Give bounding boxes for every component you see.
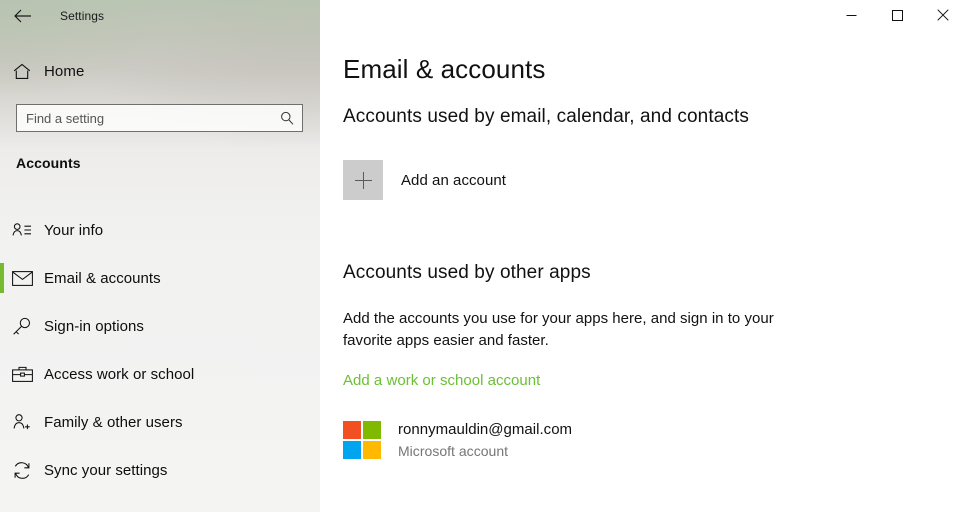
sidebar-item-email-accounts-label: Email & accounts bbox=[44, 269, 161, 287]
microsoft-logo-icon bbox=[343, 421, 381, 459]
briefcase-icon bbox=[0, 366, 44, 383]
add-user-icon bbox=[0, 413, 44, 431]
mail-icon bbox=[0, 270, 44, 286]
sidebar-item-your-info[interactable]: Your info bbox=[0, 206, 320, 254]
main-content: Email & accounts Accounts used by email,… bbox=[320, 0, 966, 512]
sidebar-item-your-info-label: Your info bbox=[44, 221, 104, 239]
back-button[interactable] bbox=[0, 1, 44, 31]
sidebar-item-sync-your-settings[interactable]: Sync your settings bbox=[0, 446, 320, 494]
sidebar-item-sign-in-options-label: Sign-in options bbox=[44, 317, 144, 335]
search-input[interactable] bbox=[26, 105, 278, 131]
minimize-button[interactable] bbox=[828, 0, 874, 30]
plus-icon bbox=[343, 160, 383, 200]
maximize-button[interactable] bbox=[874, 0, 920, 30]
app-title: Settings bbox=[60, 9, 105, 23]
add-work-or-school-account-link[interactable]: Add a work or school account bbox=[343, 372, 540, 389]
search-icon[interactable] bbox=[278, 111, 296, 125]
contact-info-icon bbox=[0, 222, 44, 238]
section-title-email-accounts: Accounts used by email, calendar, and co… bbox=[343, 106, 749, 127]
add-account-button[interactable]: Add an account bbox=[343, 160, 506, 200]
account-list-item[interactable]: ronnymauldin@gmail.com Microsoft account bbox=[343, 420, 572, 461]
account-name: ronnymauldin@gmail.com bbox=[398, 421, 573, 438]
search-box[interactable] bbox=[16, 104, 303, 132]
selection-accent-bar bbox=[0, 263, 4, 293]
settings-window: Settings Home Find a setting Accounts Yo… bbox=[0, 0, 966, 512]
titlebar: Settings bbox=[0, 0, 104, 32]
back-arrow-icon bbox=[13, 9, 31, 23]
sidebar-item-email-accounts[interactable]: Email & accounts bbox=[0, 254, 320, 302]
section-description: Add the accounts you use for your apps h… bbox=[343, 310, 774, 349]
sidebar-group-header: Accounts bbox=[16, 155, 81, 171]
home-icon bbox=[0, 63, 44, 80]
close-button[interactable] bbox=[920, 0, 966, 30]
sidebar-item-family-other-users[interactable]: Family & other users bbox=[0, 398, 320, 446]
sidebar: Settings Home Find a setting Accounts Yo… bbox=[0, 0, 320, 512]
search-container bbox=[16, 104, 303, 132]
section-title-other-apps: Accounts used by other apps bbox=[343, 262, 591, 283]
page-title: Email & accounts bbox=[343, 54, 546, 84]
close-icon bbox=[937, 9, 949, 21]
sidebar-item-home[interactable]: Home bbox=[0, 56, 320, 86]
account-type: Microsoft account bbox=[398, 443, 509, 459]
minimize-icon bbox=[846, 10, 857, 21]
window-controls bbox=[828, 0, 966, 30]
sidebar-item-sign-in-options[interactable]: Sign-in options bbox=[0, 302, 320, 350]
sidebar-item-home-label: Home bbox=[44, 62, 85, 80]
add-account-label: Add an account bbox=[401, 171, 506, 189]
sidebar-item-access-work-or-school-label: Access work or school bbox=[44, 365, 195, 383]
sidebar-nav: Your info Email & accounts Sign-in optio… bbox=[0, 206, 320, 494]
sidebar-item-family-other-users-label: Family & other users bbox=[44, 413, 183, 431]
maximize-icon bbox=[891, 9, 903, 21]
sync-icon bbox=[0, 461, 44, 480]
sidebar-item-access-work-or-school[interactable]: Access work or school bbox=[0, 350, 320, 398]
sidebar-item-sync-your-settings-label: Sync your settings bbox=[44, 461, 168, 479]
key-icon bbox=[0, 317, 44, 336]
